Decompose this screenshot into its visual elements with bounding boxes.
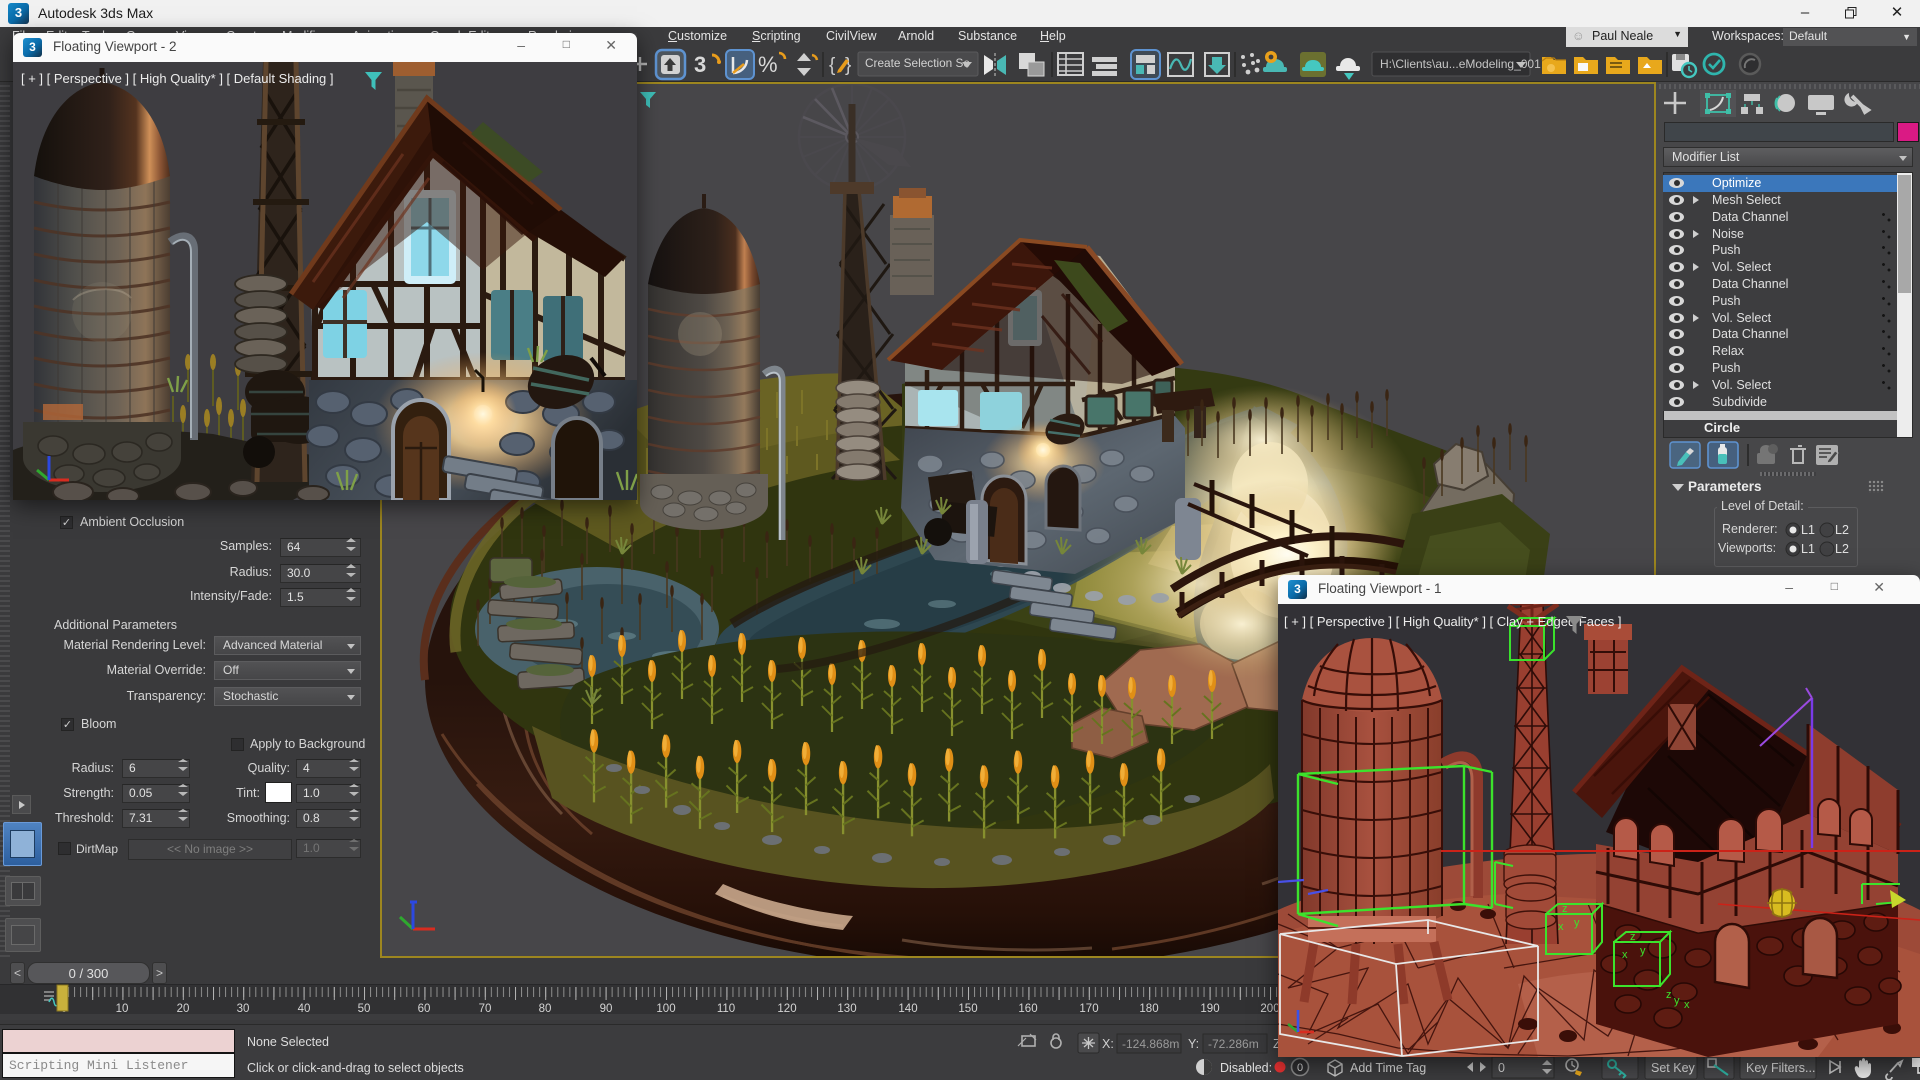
svg-text:y: y bbox=[1574, 917, 1580, 929]
svg-text:Create Selection Se: Create Selection Se bbox=[865, 56, 970, 70]
svg-text:130: 130 bbox=[837, 1003, 856, 1015]
svg-text:120: 120 bbox=[777, 1003, 796, 1015]
svg-text:0: 0 bbox=[1297, 1062, 1303, 1074]
svg-text:z: z bbox=[1562, 903, 1568, 915]
svg-text:170: 170 bbox=[1079, 1003, 1098, 1015]
svg-text:150: 150 bbox=[958, 1003, 977, 1015]
svg-text:z: z bbox=[1666, 989, 1672, 1001]
svg-text:Add Time Tag: Add Time Tag bbox=[1350, 1061, 1426, 1075]
svg-text:Y:: Y: bbox=[1188, 1037, 1199, 1051]
svg-text:200: 200 bbox=[1260, 1003, 1279, 1015]
svg-text:30: 30 bbox=[237, 1003, 250, 1015]
svg-text:10: 10 bbox=[116, 1003, 129, 1015]
svg-text:H:\Clients\au...eModeling_001: H:\Clients\au...eModeling_001 bbox=[1380, 57, 1541, 71]
svg-text:160: 160 bbox=[1018, 1003, 1037, 1015]
svg-text:y: y bbox=[1640, 945, 1646, 957]
svg-text:x: x bbox=[1558, 921, 1564, 933]
svg-text:190: 190 bbox=[1200, 1003, 1219, 1015]
svg-text:%: % bbox=[758, 52, 778, 77]
svg-text:180: 180 bbox=[1139, 1003, 1158, 1015]
svg-text:3: 3 bbox=[694, 52, 706, 77]
svg-text:x: x bbox=[1622, 949, 1628, 961]
svg-text:-124.868m: -124.868m bbox=[1122, 1037, 1179, 1051]
svg-text:60: 60 bbox=[418, 1003, 431, 1015]
svg-text:70: 70 bbox=[479, 1003, 492, 1015]
svg-text:Disabled:: Disabled: bbox=[1220, 1061, 1272, 1075]
svg-text:-72.286m: -72.286m bbox=[1208, 1037, 1259, 1051]
svg-text:{: { bbox=[829, 55, 836, 76]
svg-text:x: x bbox=[1684, 999, 1690, 1011]
svg-text:100: 100 bbox=[656, 1003, 675, 1015]
svg-text:[ + ] [ Perspective ] [ High Q: [ + ] [ Perspective ] [ High Quality* ] … bbox=[21, 71, 334, 86]
svg-text:110: 110 bbox=[717, 1003, 735, 1015]
svg-text:z: z bbox=[1630, 931, 1636, 943]
svg-text:140: 140 bbox=[898, 1003, 917, 1015]
svg-text:40: 40 bbox=[298, 1003, 311, 1015]
svg-text:20: 20 bbox=[177, 1003, 190, 1015]
svg-text:}: } bbox=[845, 55, 851, 76]
svg-text:X:: X: bbox=[1102, 1037, 1114, 1051]
svg-text:Set Key: Set Key bbox=[1651, 1061, 1696, 1075]
svg-text:Key Filters...: Key Filters... bbox=[1746, 1061, 1815, 1075]
svg-text:0: 0 bbox=[1498, 1061, 1505, 1075]
svg-text:90: 90 bbox=[600, 1003, 613, 1015]
svg-text:y: y bbox=[1674, 995, 1680, 1007]
svg-text:80: 80 bbox=[539, 1003, 552, 1015]
svg-text:50: 50 bbox=[358, 1003, 371, 1015]
